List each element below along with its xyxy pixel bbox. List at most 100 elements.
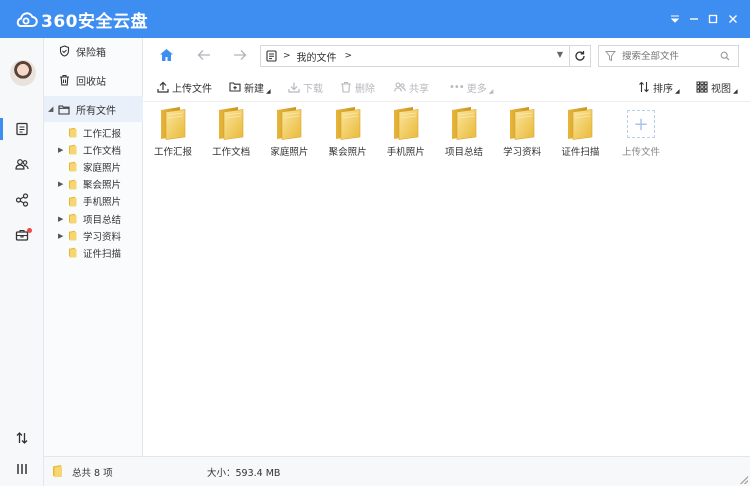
contacts-nav-button[interactable]	[0, 149, 44, 179]
expand-caret-icon[interactable]: ▶	[58, 180, 63, 188]
tree-item-label: 学习资料	[83, 231, 122, 243]
folder-icon	[335, 107, 360, 140]
share-button[interactable]: 共享	[394, 79, 429, 95]
tree-item[interactable]: 证件扫描	[44, 244, 143, 261]
more-button[interactable]: ••• 更多 ◢	[449, 79, 493, 95]
folder-icon	[69, 179, 77, 190]
address-bar[interactable]: > 我的文件 > ▼	[260, 45, 570, 67]
app-title: 360安全云盘	[41, 11, 148, 32]
folder-tile[interactable]: 聚会照片	[320, 106, 376, 158]
sidebar-item-recycle-bin[interactable]: 回收站	[44, 67, 143, 93]
tree-item[interactable]: 家庭照片	[44, 158, 143, 175]
people-icon	[15, 159, 29, 170]
folder-name: 证件扫描	[561, 147, 600, 158]
filter-icon[interactable]	[605, 50, 616, 62]
new-folder-icon	[229, 82, 241, 92]
share-icon	[15, 193, 29, 207]
share-label: 共享	[409, 83, 429, 95]
upload-button[interactable]: 上传文件	[157, 79, 212, 95]
folder-icon	[69, 230, 77, 241]
toolbox-nav-button[interactable]	[0, 220, 44, 250]
file-grid: 工作汇报 工作文档 家庭照片 聚会照片 手机照片 项目总结 学习资料 证件扫描 + 上传文件	[143, 102, 750, 456]
tree-item-label: 证件扫描	[83, 248, 122, 260]
download-button[interactable]: 下载	[288, 79, 323, 95]
expand-caret-icon[interactable]: ▶	[58, 146, 63, 154]
item-count: 总共 8 项	[72, 468, 113, 479]
folder-tile[interactable]: 手机照片	[378, 106, 434, 158]
document-icon	[16, 122, 28, 136]
folder-icon	[69, 162, 77, 172]
search-input[interactable]	[622, 50, 708, 62]
folder-name: 聚会照片	[328, 147, 367, 158]
folder-icon	[393, 107, 419, 140]
folder-tile[interactable]: 项目总结	[436, 106, 492, 158]
delete-button[interactable]: 删除	[340, 79, 375, 95]
transfer-nav-button[interactable]	[0, 423, 44, 453]
tree-item[interactable]: ▶ 工作文档	[44, 141, 143, 158]
folder-tile[interactable]: 家庭照片	[261, 106, 317, 158]
back-button[interactable]	[195, 46, 213, 64]
tree-item-label: 手机照片	[83, 197, 122, 209]
breadcrumb[interactable]: 我的文件	[297, 49, 337, 64]
folder-tile[interactable]: 工作汇报	[145, 106, 201, 158]
trash-icon	[341, 81, 351, 93]
sidebar-item-label: 保险箱	[76, 47, 106, 59]
folder-outline-icon	[58, 103, 70, 115]
arrow-left-icon	[197, 50, 210, 60]
home-button[interactable]	[157, 46, 175, 64]
folder-tile[interactable]: 工作文档	[203, 106, 259, 158]
sidebar: 保险箱 回收站 ◢ 所有文件 工作汇报 ▶ 工作文档 家庭照片 ▶ 聚会照片手机照片 ▶ 项目…	[44, 38, 143, 456]
sidebar-item-label: 回收站	[76, 76, 106, 88]
tree-item-label: 工作文档	[83, 145, 122, 157]
tree-item[interactable]: ▶ 学习资料	[44, 227, 143, 244]
folder-icon	[568, 107, 593, 140]
folder-icon	[69, 248, 77, 258]
share-nav-button[interactable]	[0, 185, 44, 215]
menu-dropdown-icon[interactable]	[666, 10, 684, 28]
folder-icon	[452, 107, 477, 140]
sort-button[interactable]: 排序 ◢	[638, 79, 680, 95]
files-nav-button[interactable]	[0, 114, 44, 144]
collapse-caret-icon[interactable]: ◢	[48, 105, 53, 113]
tree-item[interactable]: 工作汇报	[44, 124, 143, 141]
upload-tile[interactable]: + 上传文件	[613, 106, 669, 158]
arrow-right-icon	[234, 50, 247, 60]
folder-tile[interactable]: 学习资料	[494, 106, 550, 158]
shield-icon	[58, 45, 70, 57]
forward-button[interactable]	[231, 46, 249, 64]
tree-item[interactable]: ▶ 聚会照片	[44, 176, 143, 193]
dropdown-caret-icon: ◢	[266, 87, 271, 95]
tree-item[interactable]: ▶ 项目总结	[44, 210, 143, 227]
view-label: 视图	[711, 83, 731, 95]
expand-caret-icon[interactable]: ▶	[58, 215, 63, 223]
settings-menu-button[interactable]	[0, 454, 44, 484]
expand-caret-icon[interactable]: ▶	[58, 232, 63, 240]
total-size: 大小：593.4 MB	[207, 468, 281, 479]
folder-name: 工作汇报	[153, 147, 192, 158]
maximize-icon[interactable]	[704, 10, 722, 28]
trash-icon	[58, 74, 70, 86]
upload-label: 上传文件	[172, 83, 212, 95]
more-label: 更多	[466, 83, 487, 95]
tree-item[interactable]: 手机照片	[44, 193, 143, 210]
search-box[interactable]	[598, 45, 739, 67]
refresh-button[interactable]	[569, 45, 591, 67]
folder-tile[interactable]: 证件扫描	[552, 106, 608, 158]
view-button[interactable]: 视图 ◢	[696, 79, 738, 95]
resize-grip-icon[interactable]	[740, 476, 748, 484]
avatar[interactable]	[10, 60, 36, 86]
folder-icon	[69, 144, 77, 155]
sidebar-item-safe[interactable]: 保险箱	[44, 38, 143, 64]
dropdown-caret-icon: ◢	[488, 87, 494, 95]
folder-name: 学习资料	[503, 147, 542, 158]
folder-icon	[69, 127, 77, 138]
sidebar-item-all-files[interactable]: ◢ 所有文件	[44, 96, 143, 122]
minimize-icon[interactable]	[685, 10, 703, 28]
refresh-icon	[574, 51, 585, 61]
new-button[interactable]: 新建 ◢	[229, 79, 271, 95]
search-icon[interactable]	[720, 51, 730, 61]
folder-icon	[53, 465, 62, 478]
close-icon[interactable]	[724, 10, 742, 28]
chevron-down-icon[interactable]: ▼	[557, 50, 563, 59]
delete-label: 删除	[355, 83, 375, 95]
